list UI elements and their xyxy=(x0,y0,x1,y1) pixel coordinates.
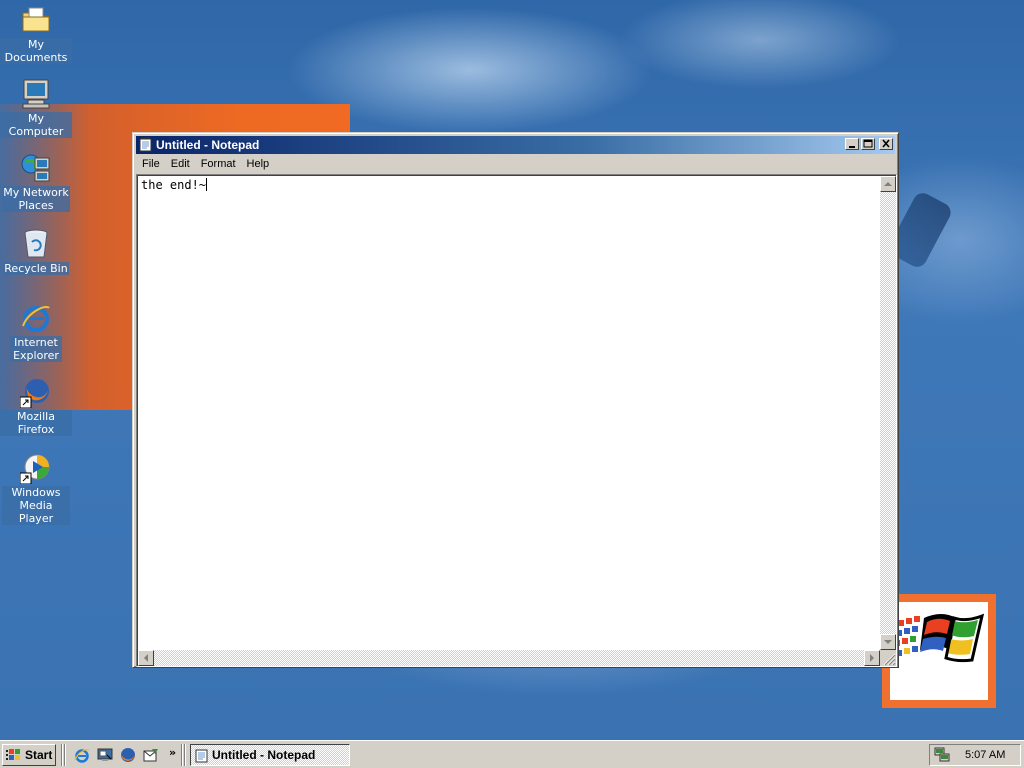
text-edit-area[interactable]: the end!~ xyxy=(136,174,897,667)
taskbar: Start » Untitled - Notepad 5:07 AM xyxy=(0,740,1024,768)
horizontal-scrollbar[interactable] xyxy=(138,650,880,666)
computer-icon xyxy=(20,78,52,110)
windows-logo-tile xyxy=(882,594,996,708)
network-icon xyxy=(20,152,52,184)
maximize-button[interactable] xyxy=(861,138,875,150)
desktop-icon-my-computer[interactable]: My Computer xyxy=(0,78,72,138)
title-bar[interactable]: Untitled - Notepad xyxy=(136,136,895,154)
taskbar-button-notepad[interactable]: Untitled - Notepad xyxy=(190,744,350,766)
menu-help[interactable]: Help xyxy=(241,155,275,170)
minimize-icon xyxy=(849,146,855,148)
windows-flag-icon xyxy=(894,613,985,663)
quicklaunch-internet-explorer[interactable] xyxy=(74,747,90,763)
internet-explorer-icon xyxy=(74,748,90,763)
desktop-icon-windows-media-player[interactable]: Windows Media Player xyxy=(0,452,72,525)
media-player-icon xyxy=(19,452,52,485)
taskbar-separator xyxy=(64,744,66,766)
scroll-down-button[interactable] xyxy=(880,634,896,650)
desktop-icon-my-documents[interactable]: My Documents xyxy=(0,4,72,64)
desktop-icon-label: Windows Media Player xyxy=(2,486,70,525)
notepad-icon xyxy=(139,137,153,152)
desktop-icon-my-network-places[interactable]: My Network Places xyxy=(0,152,72,212)
close-icon xyxy=(882,139,890,148)
quicklaunch-outlook-express[interactable] xyxy=(143,747,159,763)
start-button[interactable]: Start xyxy=(2,744,56,766)
network-connection-icon[interactable] xyxy=(934,747,950,763)
firefox-icon xyxy=(19,376,52,409)
menu-format[interactable]: Format xyxy=(195,155,241,170)
notepad-icon xyxy=(195,749,208,763)
taskbar-separator xyxy=(184,744,186,766)
scroll-left-button[interactable] xyxy=(138,650,154,666)
menu-file[interactable]: File xyxy=(136,155,165,170)
desktop-icon-label: My Documents xyxy=(0,38,72,64)
clock[interactable]: 5:07 AM xyxy=(965,749,1005,761)
desktop-icon-label: My Computer xyxy=(0,112,72,138)
folder-documents-icon xyxy=(20,4,52,36)
desktop-icon-label: Internet Explorer xyxy=(10,336,62,362)
taskbar-button-label: Untitled - Notepad xyxy=(212,748,316,762)
system-tray: 5:07 AM xyxy=(929,744,1021,766)
maximize-icon xyxy=(863,139,873,148)
desktop-icon-mozilla-firefox[interactable]: Mozilla Firefox xyxy=(0,376,72,436)
arrow-down-icon xyxy=(884,640,892,644)
arrow-left-icon xyxy=(144,654,148,662)
document-text[interactable]: the end!~ xyxy=(141,178,208,192)
desktop-icon-label: Mozilla Firefox xyxy=(0,410,72,436)
outlook-express-icon xyxy=(143,749,158,762)
desktop-icon-label: My Network Places xyxy=(2,186,70,212)
close-button[interactable] xyxy=(879,138,893,150)
desktop-icon-internet-explorer[interactable]: Internet Explorer xyxy=(0,302,72,362)
arrow-right-icon xyxy=(870,654,874,662)
notepad-window[interactable]: Untitled - Notepad File Edit Format Help th… xyxy=(132,132,899,668)
recycle-bin-icon xyxy=(20,228,52,260)
scroll-right-button[interactable] xyxy=(864,650,880,666)
menu-edit[interactable]: Edit xyxy=(165,155,195,170)
internet-explorer-icon xyxy=(20,302,52,334)
quicklaunch-more-chevron[interactable]: » xyxy=(169,746,176,759)
menu-bar: File Edit Format Help xyxy=(136,155,895,173)
desktop-icon-label: Recycle Bin xyxy=(3,262,69,275)
minimize-button[interactable] xyxy=(845,138,859,150)
arrow-up-icon xyxy=(884,182,892,186)
window-title: Untitled - Notepad xyxy=(156,138,260,152)
show-desktop-icon xyxy=(97,748,113,761)
windows-logo-icon xyxy=(6,749,20,760)
resize-grip-icon xyxy=(883,653,896,666)
start-label: Start xyxy=(25,748,53,762)
text-caret xyxy=(206,178,208,191)
quicklaunch-show-desktop[interactable] xyxy=(97,747,113,763)
taskbar-separator xyxy=(181,744,183,766)
resize-grip[interactable] xyxy=(880,650,896,666)
desktop-icon-recycle-bin[interactable]: Recycle Bin xyxy=(0,228,72,275)
taskbar-separator xyxy=(61,744,63,766)
quicklaunch-firefox[interactable] xyxy=(120,747,136,763)
scroll-up-button[interactable] xyxy=(880,176,896,192)
vertical-scrollbar[interactable] xyxy=(880,176,896,650)
firefox-icon xyxy=(121,748,135,762)
